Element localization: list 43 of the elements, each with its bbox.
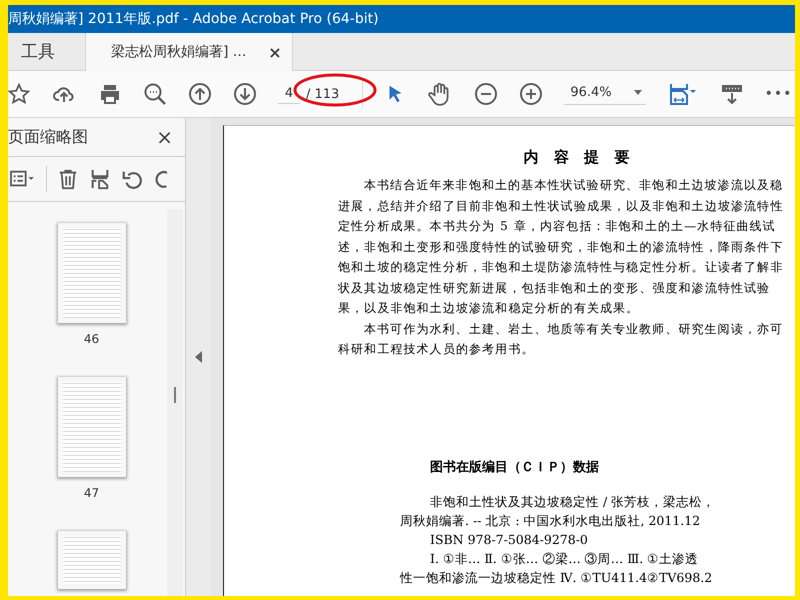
panel-title: 页面缩略图 [8, 126, 88, 148]
tab[interactable]: 梁志松周秋娟编著] ... × [85, 33, 293, 71]
text-line: Ⅰ. ①非… Ⅱ. ①张… ②梁… ③周… Ⅲ. ①土渗透 [429, 550, 700, 568]
tab[interactable]: 工具 [8, 33, 81, 70]
more-button[interactable]: ••• [764, 86, 792, 102]
zoom-field[interactable]: 96.4% [564, 83, 646, 105]
scrollbar[interactable] [167, 209, 183, 596]
text-line: 非饱和土性状及其边坡稳定性 / 张芳枝，梁志松， [429, 492, 716, 510]
collapse-icon[interactable] [195, 351, 202, 363]
page-number-field[interactable]: 4 [278, 84, 300, 104]
page-number: 47 [84, 486, 100, 500]
text-line: 本书可作为水利、土建、岩土、地质等有关专业教师、研究生阅读，亦可 [363, 320, 784, 338]
next-page-icon[interactable] [233, 82, 257, 106]
text-line: 周秋娟编著. -- 北京 : 中国水利水电出版社, 2011.12 [400, 512, 702, 530]
zoom-out-icon[interactable] [474, 82, 498, 106]
caret-icon [634, 90, 642, 95]
scrollbar-thumb[interactable] [174, 387, 176, 403]
print-icon[interactable] [98, 82, 122, 106]
rotate-right-icon[interactable] [153, 168, 167, 190]
text-line: ISBN 978-7-5084-9278-0 [429, 530, 589, 548]
page-total: / 113 [306, 86, 340, 102]
text-line: 科研和工程技术人员的参考用书。 [338, 341, 536, 358]
text-line: 果，以及非饱和土边坡渗流和稳定分析的有关成果。 [338, 300, 640, 317]
document-heading: 内 容 提 要 [522, 148, 630, 167]
close-button[interactable]: × [268, 42, 282, 62]
text-line: 定性分析成果。本书共分为 5 章，内容包括：非饱和土的土—水特征曲线试 [338, 218, 777, 235]
extract-pages-icon[interactable] [89, 167, 111, 191]
close-button[interactable]: × [156, 125, 173, 149]
cip-heading: 图书在版编目（ＣＩＰ）数据 [430, 458, 600, 476]
zoom-in-icon[interactable] [519, 82, 544, 106]
text-line: 述，非饱和土变形和强度特性的试验研究，非饱和土的渗流特性，降雨条件下 [338, 238, 784, 256]
previous-page-icon[interactable] [188, 82, 212, 106]
star-icon[interactable] [8, 83, 30, 105]
text-line: 本书结合近年来非饱和土的基本性状试验研究、非饱和土边坡渗流以及稳 [363, 177, 784, 194]
text-line: 进展，总结并介绍了目前非饱和土性状试验成果，以及非饱和土边坡渗流特性 [338, 198, 784, 214]
text-line: 状及其边坡稳定性研究新进展，包括非饱和土的变形、强度和渗流特性试验 [338, 280, 772, 296]
text-line: 性一饱和渗流一边坡稳定性 Ⅳ. ①TU411.4②TV698.2 [400, 568, 714, 586]
keyboard-icon[interactable] [720, 82, 744, 106]
trash-icon[interactable] [57, 167, 79, 191]
window-title: 周秋娟编著] 2011年版.pdf - Adobe Acrobat Pro (64-bit) [8, 10, 379, 28]
zoom-icon[interactable] [143, 82, 167, 106]
text-line: 饱和土坡的稳定性分析，非饱和土堤防渗流特性与稳定性分析。让读者了解非 [338, 259, 784, 276]
page-number: 46 [84, 332, 100, 346]
